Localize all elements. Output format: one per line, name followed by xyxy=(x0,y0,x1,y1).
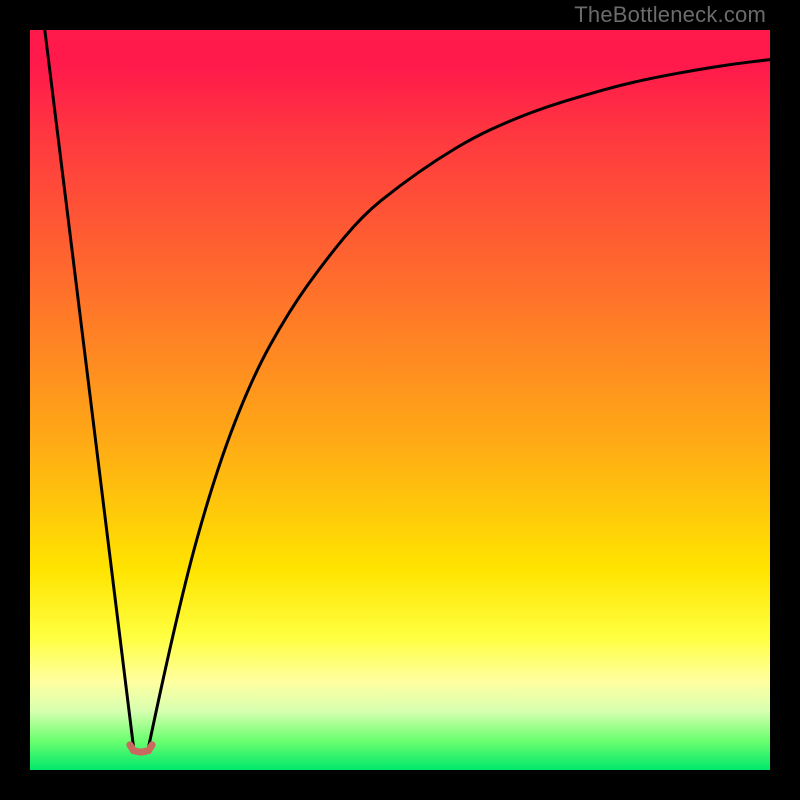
minimum-marker xyxy=(130,745,152,752)
curve-left-segment xyxy=(45,30,134,748)
chart-frame: TheBottleneck.com xyxy=(0,0,800,800)
curve-right-segment xyxy=(148,60,770,748)
watermark-text: TheBottleneck.com xyxy=(574,2,766,28)
curve-layer xyxy=(30,30,770,770)
plot-area xyxy=(30,30,770,770)
